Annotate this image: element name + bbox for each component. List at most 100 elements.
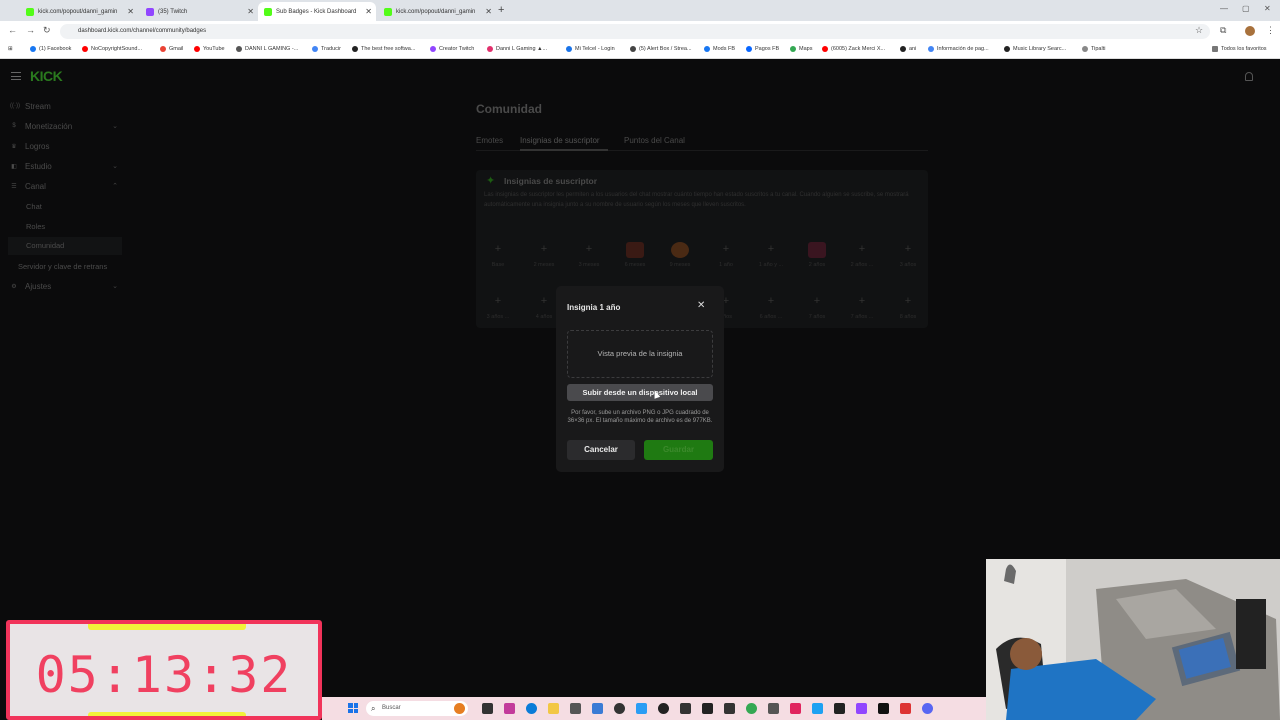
save-button[interactable]: Guardar (644, 440, 713, 460)
close-tab-icon[interactable]: ✕ (365, 7, 372, 16)
copilot-icon[interactable] (504, 703, 515, 714)
upload-local-button[interactable]: Subir desde un dispositivo local (567, 384, 713, 401)
new-tab-button[interactable]: + (498, 4, 504, 16)
all-bookmarks[interactable]: Todos los favoritos (1212, 46, 1267, 52)
sidebar-item-monetizacion[interactable]: $ Monetización ⌄ (10, 117, 122, 135)
bookmark[interactable]: Mi Telcel - Login (566, 46, 615, 52)
sidebar-subitem-comunidad[interactable]: Comunidad (8, 237, 122, 255)
user-icon[interactable] (1245, 72, 1253, 81)
more-icon[interactable]: ⋮ (1266, 25, 1275, 36)
sidebar-subitem-roles[interactable]: Roles (26, 222, 45, 231)
kick-icon[interactable] (878, 703, 889, 714)
twitch-icon[interactable] (856, 703, 867, 714)
bookmark[interactable]: The best free softwa... (352, 46, 415, 52)
tab-emotes[interactable]: Emotes (476, 136, 503, 145)
badge-slot[interactable]: 2 años (797, 242, 837, 268)
badge-slot[interactable]: +3 meses (569, 242, 609, 268)
bookmark[interactable]: Información de pag... (928, 46, 989, 52)
maximize-icon[interactable]: ▢ (1242, 4, 1250, 13)
minimize-icon[interactable]: — (1220, 4, 1228, 13)
browser-tab[interactable]: (35) Twitch ✕ (140, 2, 258, 21)
tab-insignias-suscriptor[interactable]: Insignias de suscriptor (520, 136, 600, 145)
app-icon[interactable] (570, 703, 581, 714)
reload-icon[interactable]: ↻ (43, 25, 51, 36)
windows-start-icon[interactable] (348, 703, 358, 713)
file-explorer-icon[interactable] (548, 703, 559, 714)
bookmark[interactable]: Danni L Gaming ▲... (487, 46, 547, 52)
bookmark[interactable]: NoCopyrightSound... (82, 46, 142, 52)
bookmark[interactable]: Pagos FB (746, 46, 779, 52)
sidebar-item-canal[interactable]: ☰ Canal ⌃ (10, 177, 122, 195)
apps-icon[interactable]: ⊞ (8, 46, 13, 52)
address-bar[interactable]: dashboard.kick.com/channel/community/bad… (60, 24, 1210, 39)
badge-slot[interactable]: +7 años (797, 294, 837, 320)
bookmark[interactable]: DANNI L GAMING -... (236, 46, 298, 52)
edge-icon[interactable] (526, 703, 537, 714)
close-window-icon[interactable]: ✕ (1264, 4, 1271, 13)
app-icon[interactable] (790, 703, 801, 714)
sidebar-subitem-chat[interactable]: Chat (26, 202, 42, 211)
mail-icon[interactable] (592, 703, 603, 714)
tab-puntos-canal[interactable]: Puntos del Canal (624, 136, 685, 145)
sidebar-item-ajustes[interactable]: ⚙ Ajustes ⌄ (10, 277, 122, 295)
browser-tab-active[interactable]: Sub Badges - Kick Dashboard ✕ (258, 2, 376, 21)
chrome-icon[interactable] (746, 703, 757, 714)
app-icon[interactable] (900, 703, 911, 714)
bookmark[interactable]: ani (900, 46, 916, 52)
hamburger-menu-icon[interactable] (11, 72, 21, 80)
profile-avatar[interactable] (1245, 26, 1255, 36)
bookmark[interactable]: YouTube (194, 46, 225, 52)
bookmark[interactable]: Traducir (312, 46, 341, 52)
app-icon[interactable] (724, 703, 735, 714)
bookmark[interactable]: (1) Facebook (30, 46, 71, 52)
app-icon[interactable] (812, 703, 823, 714)
badge-slot[interactable]: +3 años ... (478, 294, 518, 320)
cancel-button[interactable]: Cancelar (567, 440, 635, 460)
sidebar-item-server-key[interactable]: Servidor y clave de retrans (18, 262, 107, 271)
app-icon[interactable] (768, 703, 779, 714)
bookmark[interactable]: Creator Twitch (430, 46, 474, 52)
obs-icon[interactable] (658, 703, 669, 714)
badge-slot[interactable]: +1 año (706, 242, 746, 268)
bookmark[interactable]: (5) Alert Box / Strea... (630, 46, 692, 52)
bookmark[interactable]: Tipalti (1082, 46, 1105, 52)
forward-icon[interactable]: → (26, 25, 35, 35)
extensions-icon[interactable]: ⧉ (1220, 25, 1226, 36)
badge-slot[interactable]: +2 meses (524, 242, 564, 268)
discord-icon[interactable] (922, 703, 933, 714)
badge-slot[interactable]: +2 años ... (842, 242, 882, 268)
badge-slot[interactable]: +7 años ... (842, 294, 882, 320)
browser-tab[interactable]: kick.com/popout/danni_gamin ✕ (20, 2, 138, 21)
app-icon[interactable] (680, 703, 691, 714)
taskbar-search[interactable]: Buscar (366, 701, 468, 716)
close-tab-icon[interactable]: ✕ (247, 7, 254, 16)
weather-icon[interactable] (454, 703, 465, 714)
badge-slot[interactable]: +1 año y ... (751, 242, 791, 268)
app-icon[interactable] (614, 703, 625, 714)
bookmark[interactable]: Music Library Searc... (1004, 46, 1066, 52)
badge-slot[interactable]: +8 años (888, 294, 928, 320)
back-icon[interactable]: ← (8, 25, 17, 35)
badge-slot[interactable]: +6 años ... (751, 294, 791, 320)
close-tab-icon[interactable]: ✕ (485, 7, 492, 16)
app-icon[interactable] (834, 703, 845, 714)
bookmark[interactable]: (6005) Zack Merci X... (822, 46, 885, 52)
bookmark[interactable]: Mods FB (704, 46, 735, 52)
terminal-icon[interactable] (702, 703, 713, 714)
bookmark[interactable]: Maps (790, 46, 812, 52)
close-tab-icon[interactable]: ✕ (127, 7, 134, 16)
badge-slot[interactable]: 9 meses (660, 242, 700, 268)
app-icon[interactable] (636, 703, 647, 714)
close-icon[interactable]: ✕ (697, 300, 705, 311)
sidebar-item-logros[interactable]: ♛ Logros (10, 137, 122, 155)
sidebar-item-stream[interactable]: ((·)) Stream (10, 97, 122, 115)
badge-slot[interactable]: +3 años (888, 242, 928, 268)
bookmark[interactable]: Gmail (160, 46, 183, 52)
task-view-icon[interactable] (482, 703, 493, 714)
star-icon[interactable]: ☆ (1195, 25, 1203, 36)
browser-tab[interactable]: kick.com/popout/danni_gamin ✕ (378, 2, 496, 21)
kick-logo[interactable]: KICK (30, 68, 63, 84)
badge-slot[interactable]: 6 meses (615, 242, 655, 268)
sidebar-item-estudio[interactable]: ◧ Estudio ⌄ (10, 157, 122, 175)
badge-slot[interactable]: + Base (478, 242, 518, 268)
